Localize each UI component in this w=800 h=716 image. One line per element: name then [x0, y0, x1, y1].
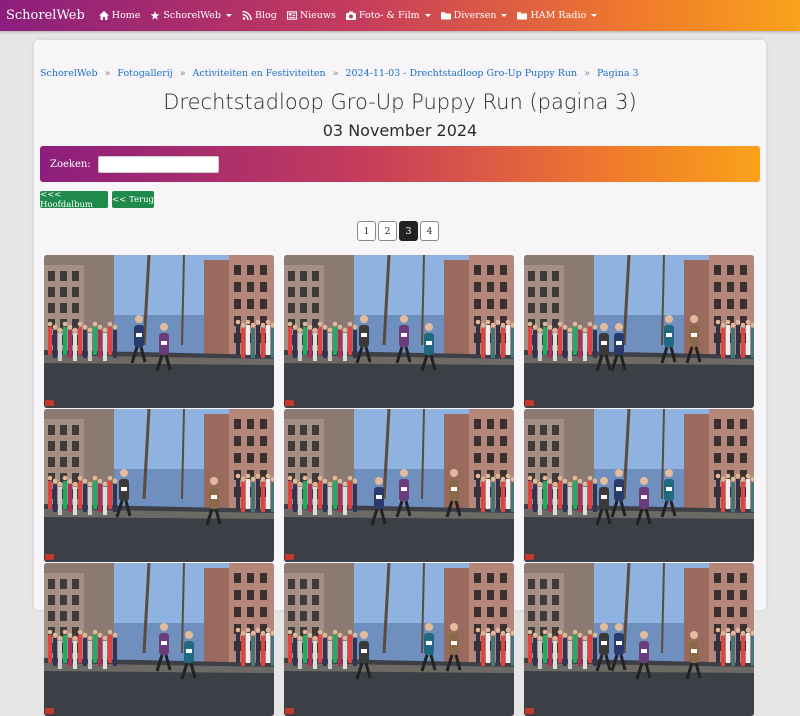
search-bar: Zoeken: [40, 146, 760, 182]
breadcrumb: SchorelWeb » Fotogallerij » Activiteiten… [40, 68, 639, 79]
breadcrumb-item[interactable]: 2024-11-03 - Drechtstadloop Gro-Up Puppy… [345, 68, 577, 79]
photo-image [284, 563, 514, 716]
photo-image [524, 255, 754, 408]
photo-thumbnail[interactable] [44, 409, 274, 562]
photo-image [44, 255, 274, 408]
nav-diversen[interactable]: Diversen [440, 10, 508, 21]
camera-icon [345, 11, 356, 20]
main-album-button[interactable]: <<< Hoofdalbum [40, 190, 108, 210]
breadcrumb-separator: » [332, 68, 339, 79]
back-button[interactable]: << Terug [112, 191, 154, 208]
photo-image [284, 255, 514, 408]
breadcrumb-item[interactable]: Fotogallerij [117, 68, 172, 79]
page-title: Drechtstadloop Gro-Up Puppy Run (pagina … [163, 90, 637, 114]
page-button-1[interactable]: 1 [357, 221, 376, 241]
breadcrumb-separator: » [104, 68, 111, 79]
nav-home[interactable]: Home [98, 10, 141, 21]
photo-image [44, 563, 274, 716]
breadcrumb-item-current[interactable]: Pagina 3 [597, 68, 639, 79]
home-icon [98, 11, 109, 20]
photo-thumbnail[interactable] [44, 255, 274, 408]
photo-image [44, 409, 274, 562]
breadcrumb-item[interactable]: Activiteiten en Festiviteiten [193, 68, 326, 79]
top-navbar: SchorelWeb Home SchorelWeb Blog Nieuws F… [0, 0, 800, 31]
photo-thumbnail[interactable] [524, 563, 754, 716]
photo-image [524, 409, 754, 562]
page-button-2[interactable]: 2 [378, 221, 397, 241]
photo-thumbnail[interactable] [284, 563, 514, 716]
photo-thumbnail[interactable] [44, 563, 274, 716]
nav-ham-radio-label: HAM Radio [530, 10, 587, 21]
folder-icon [440, 12, 451, 20]
photo-thumbnail[interactable] [284, 255, 514, 408]
breadcrumb-item[interactable]: SchorelWeb [40, 68, 98, 79]
brand-link[interactable]: SchorelWeb [6, 8, 85, 23]
nav-nieuws-label: Nieuws [299, 10, 336, 21]
breadcrumb-separator: » [179, 68, 186, 79]
newspaper-icon [286, 11, 297, 20]
pagination: 1 2 3 4 [357, 221, 439, 241]
nav-foto-film-label: Foto- & Film [358, 10, 420, 21]
rss-icon [242, 11, 252, 20]
content-card: SchorelWeb » Fotogallerij » Activiteiten… [34, 40, 766, 716]
nav-blog[interactable]: Blog [242, 10, 277, 21]
photo-thumbnail[interactable] [524, 409, 754, 562]
page-button-4[interactable]: 4 [420, 221, 439, 241]
nav-blog-label: Blog [254, 10, 277, 21]
nav-home-label: Home [111, 10, 141, 21]
chevron-down-icon [591, 14, 598, 17]
star-icon [150, 11, 160, 20]
nav-schorelweb-label: SchorelWeb [163, 10, 221, 21]
nav-schorelweb[interactable]: SchorelWeb [150, 10, 232, 21]
nav-foto-film[interactable]: Foto- & Film [345, 10, 431, 21]
chevron-down-icon [501, 14, 508, 17]
breadcrumb-separator: » [584, 68, 590, 79]
photo-image [524, 563, 754, 716]
page-button-3-current[interactable]: 3 [399, 221, 418, 241]
nav-nieuws[interactable]: Nieuws [286, 10, 336, 21]
chevron-down-icon [424, 14, 431, 17]
chevron-down-icon [225, 14, 232, 17]
photo-thumbnail[interactable] [524, 255, 754, 408]
photo-image [284, 409, 514, 562]
folder-icon [517, 12, 528, 20]
photo-thumbnail[interactable] [284, 409, 514, 562]
search-input[interactable] [97, 155, 219, 173]
page-date: 03 November 2024 [322, 121, 478, 140]
nav-ham-radio[interactable]: HAM Radio [517, 10, 598, 21]
search-label: Zoeken: [50, 158, 91, 170]
nav-diversen-label: Diversen [453, 10, 497, 21]
